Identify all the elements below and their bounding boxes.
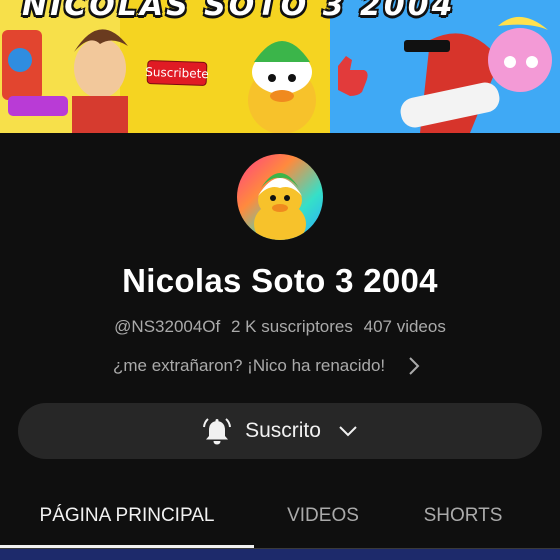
subscribed-label: Suscrito: [245, 419, 321, 442]
channel-handle: @NS32004Of: [114, 317, 221, 336]
video-count: 407 videos: [363, 317, 446, 336]
channel-description[interactable]: ¿me extrañaron? ¡Nico ha renacido!: [113, 354, 421, 378]
bell-icon: [203, 418, 232, 445]
channel-description-text: ¿me extrañaron? ¡Nico ha renacido!: [113, 356, 386, 375]
channel-avatar[interactable]: [237, 154, 323, 240]
channel-name: Nicolas Soto 3 2004: [122, 262, 438, 299]
channel-meta: @NS32004Of 2 K suscriptores 407 videos: [0, 317, 560, 337]
duck-avatar-icon: [254, 173, 306, 240]
banner-title: NICOLAS SOTO 3 2004: [22, 0, 456, 23]
chevron-right-icon: [409, 357, 420, 375]
tab-shorts[interactable]: SHORTS: [408, 488, 518, 544]
tab-home[interactable]: PÁGINA PRINCIPAL: [20, 488, 234, 544]
banner-subscribe-graphic: Suscribete: [145, 59, 209, 87]
tab-videos[interactable]: VIDEOS: [272, 488, 374, 544]
channel-banner: NICOLAS SOTO 3 2004 Suscribete: [0, 0, 560, 133]
channel-tabs: PÁGINA PRINCIPAL VIDEOS SHORTS: [0, 488, 560, 548]
chevron-down-icon: [339, 426, 357, 437]
subscribed-button[interactable]: Suscrito: [18, 403, 542, 459]
subscriber-count: 2 K suscriptores: [230, 317, 353, 336]
content-preview-strip: [0, 549, 560, 560]
